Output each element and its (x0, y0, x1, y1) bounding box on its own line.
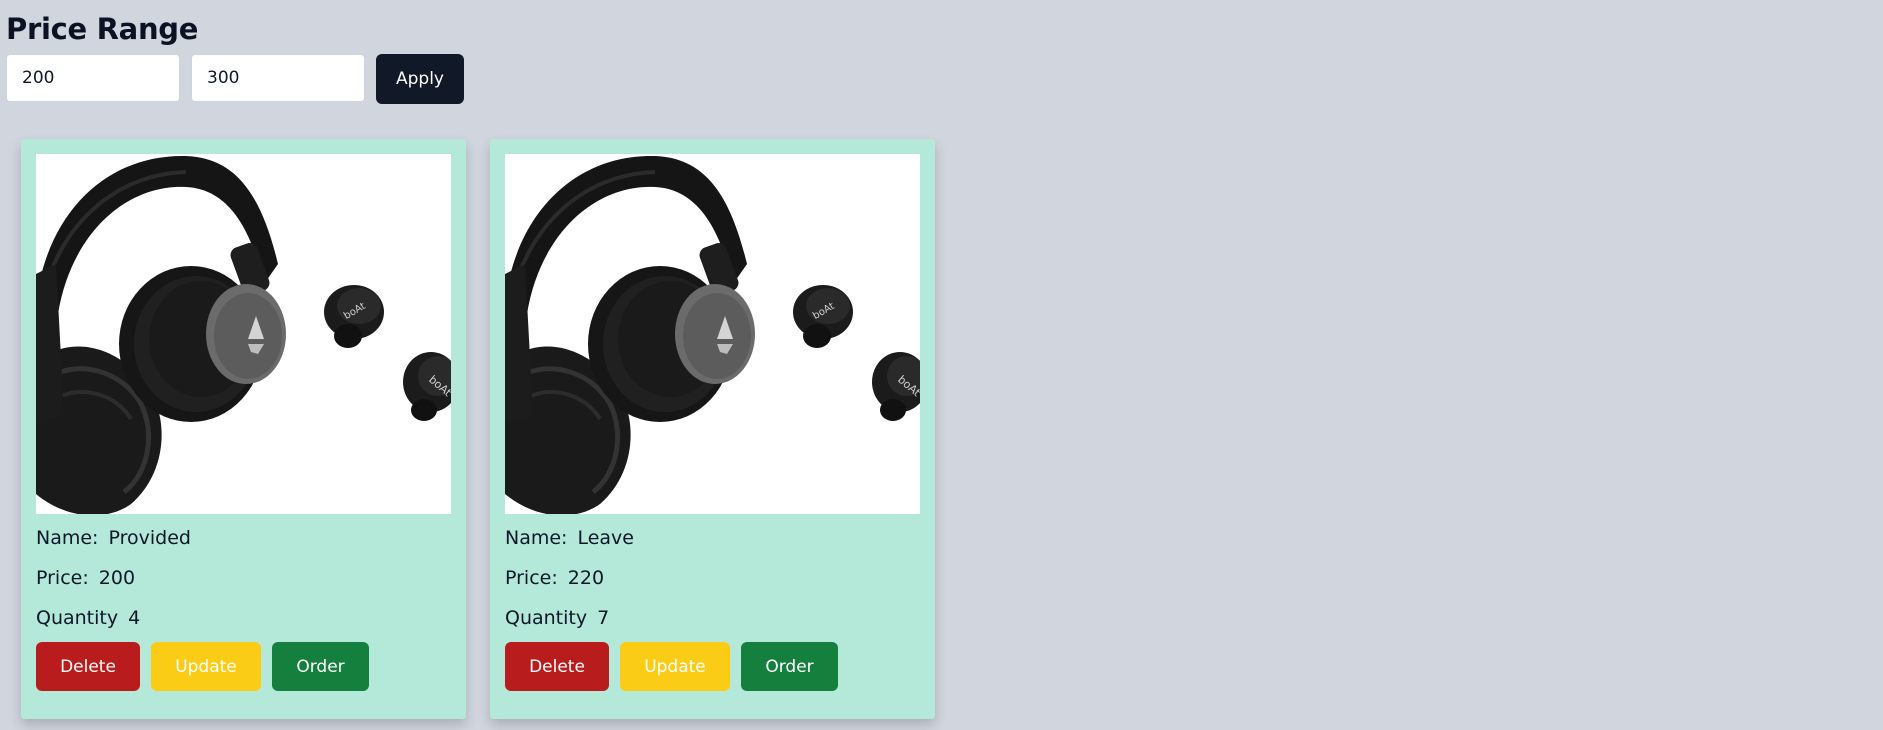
order-button[interactable]: Order (272, 642, 369, 691)
name-value: Leave (577, 527, 634, 549)
product-card: boAt boAt Name: Leave Price: 220 Quantity 7… (490, 139, 935, 719)
product-card: boAt boAt Name: Provided Price: 200 Quanti… (21, 139, 466, 719)
delete-button[interactable]: Delete (36, 642, 140, 691)
name-value: Provided (108, 527, 191, 549)
product-name: Name: Leave (505, 518, 920, 558)
delete-button[interactable]: Delete (505, 642, 609, 691)
price-label: Price: (36, 567, 89, 589)
update-button[interactable]: Update (620, 642, 730, 691)
card-actions: Delete Update Order (36, 642, 451, 691)
price-value: 220 (567, 567, 605, 589)
product-price: Price: 200 (36, 558, 451, 598)
product-price: Price: 220 (505, 558, 920, 598)
product-image: boAt boAt (505, 154, 920, 514)
price-filter-row: Apply (6, 54, 464, 104)
quantity-label: Quantity (505, 607, 588, 629)
product-image: boAt boAt (36, 154, 451, 514)
max-price-input[interactable] (191, 54, 365, 102)
quantity-value: 4 (128, 607, 141, 629)
min-price-input[interactable] (6, 54, 180, 102)
update-button[interactable]: Update (151, 642, 261, 691)
price-value: 200 (98, 567, 136, 589)
quantity-value: 7 (597, 607, 610, 629)
order-button[interactable]: Order (741, 642, 838, 691)
quantity-label: Quantity (36, 607, 119, 629)
apply-button[interactable]: Apply (376, 54, 464, 104)
price-label: Price: (505, 567, 558, 589)
card-actions: Delete Update Order (505, 642, 920, 691)
name-label: Name: (36, 527, 99, 549)
headphones-earbuds-icon: boAt boAt (505, 154, 920, 514)
product-name: Name: Provided (36, 518, 451, 558)
headphones-earbuds-icon: boAt boAt (36, 154, 451, 514)
product-quantity: Quantity 4 (36, 598, 451, 638)
product-quantity: Quantity 7 (505, 598, 920, 638)
name-label: Name: (505, 527, 568, 549)
price-range-title: Price Range (6, 12, 199, 46)
